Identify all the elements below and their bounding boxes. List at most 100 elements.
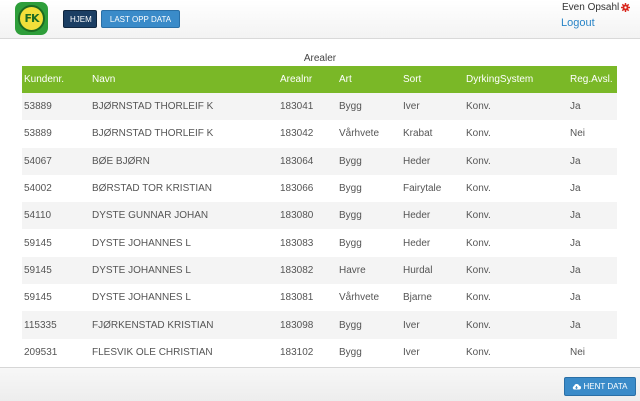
table-row[interactable]: 53889 BJØRNSTAD THORLEIF K 183041 Bygg I… xyxy=(22,93,617,121)
cell-dyrkingsystem: Konv. xyxy=(464,256,568,285)
cell-kundenr: 54110 xyxy=(22,202,90,230)
gear-icon[interactable] xyxy=(621,3,630,12)
cell-dyrkingsystem: Konv. xyxy=(464,229,568,257)
cell-dyrkingsystem: Konv. xyxy=(464,147,568,175)
cell-arealnr: 183041 xyxy=(278,93,337,121)
cell-dyrkingsystem: Konv. xyxy=(464,202,568,230)
cell-dyrkingsystem: Konv. xyxy=(464,311,568,339)
cell-navn: DYSTE JOHANNES L xyxy=(90,256,278,285)
cell-kundenr: 59145 xyxy=(22,256,90,285)
fetch-data-button[interactable]: HENT DATA xyxy=(564,377,636,396)
column-header-navn[interactable]: Navn xyxy=(90,66,278,93)
cell-reg-avsl: Nei xyxy=(568,120,617,148)
cell-art: Bygg xyxy=(337,93,401,121)
cell-art: Bygg xyxy=(337,338,401,366)
table-row[interactable]: 53889 BJØRNSTAD THORLEIF K 183042 Vårhve… xyxy=(22,120,617,148)
cell-dyrkingsystem: Konv. xyxy=(464,174,568,203)
cloud-download-icon xyxy=(573,384,582,390)
cell-sort: Bjarne xyxy=(401,284,464,312)
cell-sort: Iver xyxy=(401,338,464,366)
cell-art: Bygg xyxy=(337,202,401,230)
logo-emblem: FK xyxy=(18,5,45,32)
cell-sort: Krabat xyxy=(401,120,464,148)
cell-sort: Heder xyxy=(401,229,464,257)
cell-kundenr: 115335 xyxy=(22,311,90,339)
cell-navn: DYSTE GUNNAR JOHAN xyxy=(90,202,278,230)
table-row[interactable]: 54002 BØRSTAD TOR KRISTIAN 183066 Bygg F… xyxy=(22,174,617,203)
cell-navn: DYSTE JOHANNES L xyxy=(90,229,278,257)
cell-dyrkingsystem: Konv. xyxy=(464,338,568,366)
cell-arealnr: 183102 xyxy=(278,338,337,366)
cell-navn: BJØRNSTAD THORLEIF K xyxy=(90,93,278,121)
column-header-art[interactable]: Art xyxy=(337,66,401,93)
cell-sort: Heder xyxy=(401,147,464,175)
upload-data-button[interactable]: LAST OPP DATA xyxy=(101,10,180,28)
cell-kundenr: 59145 xyxy=(22,229,90,257)
cell-navn: BØRSTAD TOR KRISTIAN xyxy=(90,174,278,203)
cell-sort: Iver xyxy=(401,311,464,339)
cell-kundenr: 209531 xyxy=(22,338,90,366)
cell-reg-avsl: Ja xyxy=(568,147,617,175)
areas-table: Kundenr. Navn Arealnr Art Sort DyrkingSy… xyxy=(22,66,617,366)
cell-sort: Heder xyxy=(401,202,464,230)
cell-arealnr: 183083 xyxy=(278,229,337,257)
column-header-arealnr[interactable]: Arealnr xyxy=(278,66,337,93)
cell-sort: Hurdal xyxy=(401,256,464,285)
table-header-row: Kundenr. Navn Arealnr Art Sort DyrkingSy… xyxy=(22,66,617,93)
cell-art: Havre xyxy=(337,256,401,285)
cell-dyrkingsystem: Konv. xyxy=(464,93,568,121)
table-caption: Arealer xyxy=(303,53,337,64)
logout-link[interactable]: Logout xyxy=(561,17,595,29)
column-header-kundenr[interactable]: Kundenr. xyxy=(22,66,90,93)
cell-art: Bygg xyxy=(337,311,401,339)
cell-dyrkingsystem: Konv. xyxy=(464,284,568,312)
cell-reg-avsl: Ja xyxy=(568,256,617,285)
table-row[interactable]: 115335 FJØRKENSTAD KRISTIAN 183098 Bygg … xyxy=(22,311,617,339)
cell-art: Bygg xyxy=(337,229,401,257)
table-row[interactable]: 59145 DYSTE JOHANNES L 183081 Vårhvete B… xyxy=(22,284,617,312)
cell-kundenr: 54002 xyxy=(22,174,90,203)
cell-kundenr: 53889 xyxy=(22,93,90,121)
fetch-data-label: HENT DATA xyxy=(583,382,628,391)
column-header-reg-avsl[interactable]: Reg.Avsl. xyxy=(568,66,617,93)
cell-arealnr: 183098 xyxy=(278,311,337,339)
table-row[interactable]: 54067 BØE BJØRN 183064 Bygg Heder Konv. … xyxy=(22,147,617,175)
cell-arealnr: 183066 xyxy=(278,174,337,203)
table-row[interactable]: 59145 DYSTE JOHANNES L 183082 Havre Hurd… xyxy=(22,256,617,285)
cell-art: Bygg xyxy=(337,147,401,175)
table-row[interactable]: 59145 DYSTE JOHANNES L 183083 Bygg Heder… xyxy=(22,229,617,257)
cell-sort: Iver xyxy=(401,93,464,121)
cell-sort: Fairytale xyxy=(401,174,464,203)
cell-dyrkingsystem: Konv. xyxy=(464,120,568,148)
cell-navn: DYSTE JOHANNES L xyxy=(90,284,278,312)
cell-navn: BØE BJØRN xyxy=(90,147,278,175)
cell-kundenr: 59145 xyxy=(22,284,90,312)
cell-navn: BJØRNSTAD THORLEIF K xyxy=(90,120,278,148)
cell-reg-avsl: Ja xyxy=(568,229,617,257)
column-header-sort[interactable]: Sort xyxy=(401,66,464,93)
cell-reg-avsl: Ja xyxy=(568,284,617,312)
cell-reg-avsl: Ja xyxy=(568,93,617,121)
cell-arealnr: 183042 xyxy=(278,120,337,148)
app-logo[interactable]: FK xyxy=(15,2,48,35)
home-button[interactable]: HJEM xyxy=(63,10,97,28)
cell-arealnr: 183082 xyxy=(278,256,337,285)
table-row[interactable]: 54110 DYSTE GUNNAR JOHAN 183080 Bygg Hed… xyxy=(22,202,617,230)
cell-reg-avsl: Nei xyxy=(568,338,617,366)
cell-art: Vårhvete xyxy=(337,120,401,148)
bottom-bar xyxy=(0,367,640,401)
cell-arealnr: 183080 xyxy=(278,202,337,230)
column-header-dyrkingsystem[interactable]: DyrkingSystem xyxy=(464,66,568,93)
table-row[interactable]: 209531 FLESVIK OLE CHRISTIAN 183102 Bygg… xyxy=(22,338,617,366)
cell-kundenr: 53889 xyxy=(22,120,90,148)
cell-arealnr: 183081 xyxy=(278,284,337,312)
cell-reg-avsl: Ja xyxy=(568,311,617,339)
cell-navn: FJØRKENSTAD KRISTIAN xyxy=(90,311,278,339)
cell-kundenr: 54067 xyxy=(22,147,90,175)
cell-reg-avsl: Ja xyxy=(568,202,617,230)
cell-navn: FLESVIK OLE CHRISTIAN xyxy=(90,338,278,366)
cell-art: Vårhvete xyxy=(337,284,401,312)
user-name: Even Opsahl xyxy=(562,2,620,13)
cell-reg-avsl: Ja xyxy=(568,174,617,203)
cell-arealnr: 183064 xyxy=(278,147,337,175)
